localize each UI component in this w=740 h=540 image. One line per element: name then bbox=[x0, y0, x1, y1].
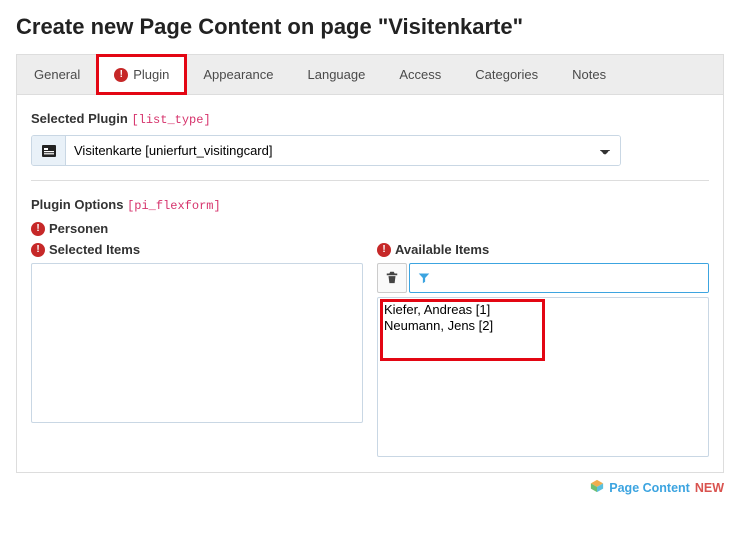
alert-icon: ! bbox=[377, 243, 391, 257]
tabs: General ! Plugin Appearance Language Acc… bbox=[16, 54, 724, 94]
trash-icon bbox=[385, 270, 399, 287]
footer: Page Content NEW bbox=[16, 479, 724, 496]
tab-plugin-label: Plugin bbox=[133, 67, 169, 82]
alert-icon: ! bbox=[31, 222, 45, 236]
footer-label: Page Content bbox=[609, 481, 690, 495]
alert-icon: ! bbox=[31, 243, 45, 257]
list-item[interactable]: Kiefer, Andreas [1] bbox=[382, 302, 704, 318]
tab-general[interactable]: General bbox=[17, 55, 97, 94]
tab-access[interactable]: Access bbox=[382, 55, 458, 94]
plugin-select[interactable]: Visitenkarte [unierfurt_visitingcard] bbox=[66, 136, 620, 165]
delete-button[interactable] bbox=[377, 263, 407, 293]
alert-icon: ! bbox=[114, 68, 128, 82]
page-title: Create new Page Content on page "Visiten… bbox=[16, 14, 724, 40]
tab-notes[interactable]: Notes bbox=[555, 55, 623, 94]
plugin-select-wrap: Visitenkarte [unierfurt_visitingcard] bbox=[31, 135, 621, 166]
selected-items-label: ! Selected Items bbox=[31, 242, 363, 257]
tab-categories[interactable]: Categories bbox=[458, 55, 555, 94]
group-personen: ! Personen bbox=[31, 221, 709, 236]
content-type-icon bbox=[590, 479, 604, 496]
selected-items-listbox[interactable] bbox=[31, 263, 363, 423]
plugin-icon bbox=[32, 136, 66, 165]
tab-appearance[interactable]: Appearance bbox=[186, 55, 290, 94]
tab-plugin[interactable]: ! Plugin bbox=[97, 55, 186, 94]
list-item[interactable]: Neumann, Jens [2] bbox=[382, 318, 704, 334]
footer-status: NEW bbox=[695, 481, 724, 495]
selected-plugin-label: Selected Plugin [list_type] bbox=[31, 111, 709, 127]
panel-plugin: Selected Plugin [list_type] Visitenkarte… bbox=[16, 94, 724, 473]
available-items-listbox[interactable]: Kiefer, Andreas [1]Neumann, Jens [2] bbox=[377, 297, 709, 457]
plugin-options-label: Plugin Options [pi_flexform] bbox=[31, 197, 709, 213]
available-items-label: ! Available Items bbox=[377, 242, 709, 257]
tab-language[interactable]: Language bbox=[291, 55, 383, 94]
filter-input[interactable] bbox=[438, 264, 708, 292]
filter-icon bbox=[410, 264, 438, 292]
